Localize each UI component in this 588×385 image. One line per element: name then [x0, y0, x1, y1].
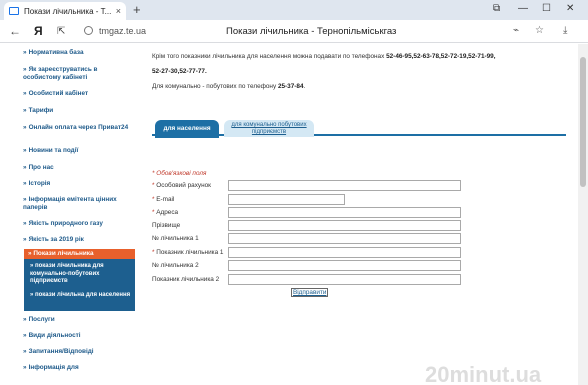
browser-tab[interactable]: Покази лічильника - Т... × [4, 2, 126, 20]
form-row-reading2: Показник лічильника 2 [152, 274, 462, 286]
field-label: * Адреса [152, 209, 179, 216]
sidebar-item-how-to-register[interactable]: » Як зареєструватись в особистому кабінет… [23, 66, 135, 82]
reader-icon[interactable]: ⌁ [513, 25, 519, 36]
form-row-reading1: * Показник лічильника 1 [152, 247, 462, 259]
address-input[interactable] [228, 207, 461, 218]
submenu-item-population[interactable]: » покази лічильна для населення [30, 292, 134, 300]
form-row-surname: Прізвище [152, 220, 462, 232]
download-icon[interactable]: ⤓ [563, 25, 567, 36]
field-label: * E-mail [152, 196, 175, 203]
browser-logo[interactable]: Я [34, 24, 43, 38]
address-bar: ← Я ⇱ tmgaz.te.ua Покази лічильника - Те… [0, 20, 588, 43]
share-icon[interactable]: ⇱ [57, 25, 65, 39]
close-tab-icon[interactable]: × [116, 6, 121, 16]
bookmark-icon[interactable]: ☆ [535, 25, 544, 36]
page-icon [9, 7, 19, 15]
sidebar-item-activities[interactable]: » Види діяльності [23, 332, 135, 340]
sidebar-item-issuer-info[interactable]: » Інформація емітента цінних паперів [23, 196, 135, 212]
sidebar-item-quality-2019[interactable]: » Якість за 2019 рік [23, 236, 135, 244]
field-label: * Показник лічильника 1 [152, 249, 224, 256]
site-info-icon[interactable] [84, 26, 93, 35]
sidebar-item-meter-readings[interactable]: » Покази лічильника [24, 249, 135, 259]
form-row-account: * Особовий рахунок [152, 180, 462, 192]
back-button[interactable]: ← [9, 24, 21, 38]
close-window-button[interactable]: ✕ [566, 2, 574, 16]
new-tab-button[interactable]: + [133, 3, 141, 17]
field-label: № лічильника 1 [152, 235, 199, 242]
submit-button[interactable]: Відправити [291, 288, 329, 297]
pin-window-icon[interactable]: ⧉ [493, 2, 500, 16]
phones-paragraph-cont: 52-27-30,52-77-77. [152, 68, 207, 75]
scrollbar-thumb[interactable] [580, 57, 586, 187]
sidebar-item-tariffs[interactable]: » Тарифи [23, 107, 135, 115]
url-field[interactable]: tmgaz.te.ua [99, 26, 146, 36]
account-input[interactable] [228, 180, 461, 191]
sidebar-item-history[interactable]: » Історія [23, 180, 135, 188]
sidebar-item-regulatory-base[interactable]: » Нормативна база [23, 49, 135, 57]
tab-enterprises[interactable]: для комунально побутових підприємств [224, 120, 314, 137]
phones-paragraph: Крім того показники лічильника для насел… [152, 53, 496, 60]
field-label: Показник лічильника 2 [152, 276, 220, 283]
submenu-item-enterprises[interactable]: » покази лічильника для комунально-побут… [30, 263, 134, 286]
meter1-number-input[interactable] [228, 233, 461, 244]
watermark-logo: 20minut.ua [425, 362, 542, 385]
form-row-meter1: № лічильника 1 [152, 233, 462, 245]
required-note: * Обов'язкові поля [152, 170, 207, 177]
meter2-reading-input[interactable] [228, 274, 461, 285]
form-row-meter2: № лічильника 2 [152, 260, 462, 272]
page-title: Покази лічильника - Тернопільміськгаз [226, 26, 397, 37]
browser-tab-strip: Покази лічильника - Т... × + ⧉ — ☐ ✕ [0, 0, 588, 20]
email-field[interactable] [228, 194, 345, 205]
browser-tab-title: Покази лічильника - Т... [24, 6, 112, 16]
business-phone-paragraph: Для комунально - побутових по телефону 2… [152, 83, 306, 90]
meter1-reading-input[interactable] [228, 247, 461, 258]
field-label: * Особовий рахунок [152, 182, 211, 189]
field-label: Прізвище [152, 222, 181, 229]
sidebar-item-news[interactable]: » Новини та події [23, 147, 135, 155]
sidebar-item-about[interactable]: » Про нас [23, 164, 135, 172]
surname-input[interactable] [228, 220, 461, 231]
sidebar-item-personal-account[interactable]: » Особистий кабінет [23, 90, 135, 98]
maximize-button[interactable]: ☐ [542, 2, 551, 16]
sidebar-item-gas-quality[interactable]: » Якість природного газу [23, 220, 135, 228]
sidebar-item-services[interactable]: » Послуги [23, 316, 135, 324]
sidebar-item-faq[interactable]: » Запитання/Відповіді [23, 348, 135, 356]
meter2-number-input[interactable] [228, 260, 461, 271]
form-row-email: * E-mail [152, 194, 462, 206]
sidebar-item-info-for[interactable]: » Інформація для [23, 364, 135, 372]
tab-population[interactable]: для населення [155, 120, 219, 138]
sidebar-menu: » Нормативна база » Як зареєструватись в о… [0, 44, 138, 385]
field-label: № лічильника 2 [152, 262, 199, 269]
page-viewport: » Нормативна база » Як зареєструватись в о… [0, 44, 578, 385]
form-row-address: * Адреса [152, 207, 462, 219]
sidebar-item-online-payment[interactable]: » Онлайн оплата через Приват24 [23, 124, 135, 132]
minimize-button[interactable]: — [518, 2, 528, 16]
